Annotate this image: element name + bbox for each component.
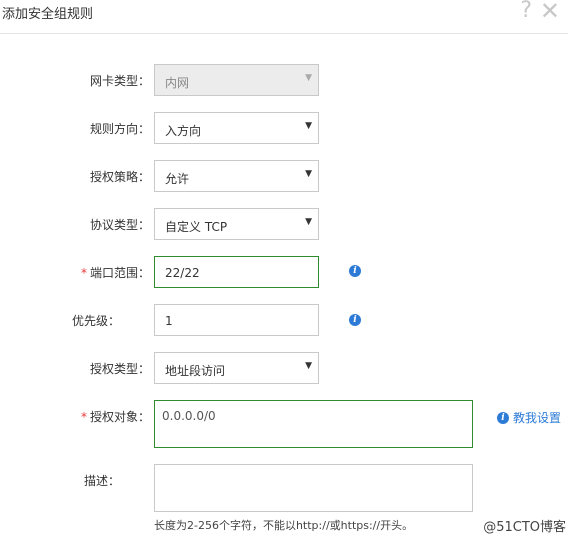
close-icon[interactable]: ✕: [540, 0, 560, 25]
description-textarea[interactable]: [154, 464, 473, 512]
required-mark: *: [80, 410, 87, 424]
port-range-value: 22/22: [165, 266, 200, 280]
auth-type-value: 地址段访问: [165, 364, 226, 378]
info-icon: i: [497, 411, 509, 424]
policy-value: 允许: [165, 172, 190, 186]
chevron-down-icon: ▼: [305, 169, 312, 179]
nic-type-label: 网卡类型：: [89, 74, 150, 88]
teach-me-link[interactable]: i 教我设置: [497, 409, 561, 426]
info-icon[interactable]: i: [349, 265, 361, 277]
watermark: @51CTO博客: [483, 520, 566, 535]
description-hint: 长度为2-256个字符，不能以http://或https://开头。: [154, 519, 414, 532]
nic-type-value: 内网: [165, 76, 190, 90]
auth-object-value: 0.0.0.0/0: [162, 409, 216, 423]
priority-input[interactable]: 1: [154, 304, 319, 336]
direction-label: 规则方向：: [89, 122, 150, 136]
priority-label: 优先级：: [71, 314, 120, 328]
auth-type-label: 授权类型：: [89, 362, 150, 376]
auth-object-textarea[interactable]: 0.0.0.0/0: [154, 400, 473, 448]
direction-select[interactable]: 入方向 ▼: [154, 112, 319, 144]
required-mark: *: [80, 266, 87, 280]
chevron-down-icon: ▼: [305, 121, 312, 131]
chevron-down-icon: ▼: [305, 217, 312, 227]
policy-label: 授权策略：: [89, 170, 150, 184]
protocol-select[interactable]: 自定义 TCP ▼: [154, 208, 319, 240]
protocol-label: 协议类型：: [89, 218, 150, 232]
policy-select[interactable]: 允许 ▼: [154, 160, 319, 192]
dialog-title: 添加安全组规则: [2, 7, 94, 22]
chevron-down-icon: ▼: [305, 361, 312, 371]
auth-type-select[interactable]: 地址段访问 ▼: [154, 352, 319, 384]
auth-object-label: * 授权对象：: [80, 410, 150, 424]
direction-value: 入方向: [165, 124, 202, 138]
dialog-header: 添加安全组规则 ? ✕: [0, 0, 568, 34]
description-label: 描述：: [83, 474, 120, 488]
teach-me-label: 教我设置: [513, 411, 562, 425]
priority-value: 1: [165, 314, 173, 328]
port-range-input[interactable]: 22/22: [154, 256, 319, 288]
chevron-down-icon: ▼: [305, 73, 312, 83]
nic-type-select: 内网 ▼: [154, 64, 319, 96]
info-icon[interactable]: i: [349, 314, 361, 326]
help-icon[interactable]: ?: [520, 0, 532, 23]
port-range-label: * 端口范围：: [80, 266, 150, 280]
protocol-value: 自定义 TCP: [165, 220, 228, 234]
